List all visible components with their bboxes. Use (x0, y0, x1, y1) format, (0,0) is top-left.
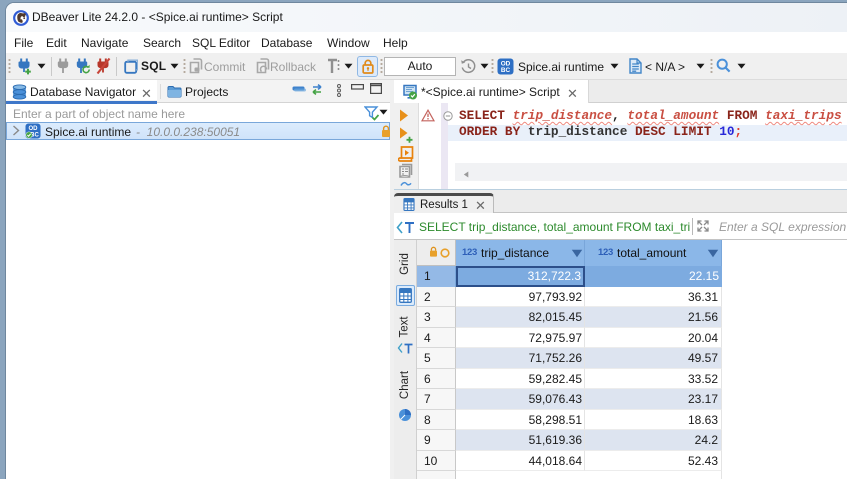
svg-text:OD: OD (29, 126, 39, 132)
svg-text:BC: BC (501, 67, 511, 74)
